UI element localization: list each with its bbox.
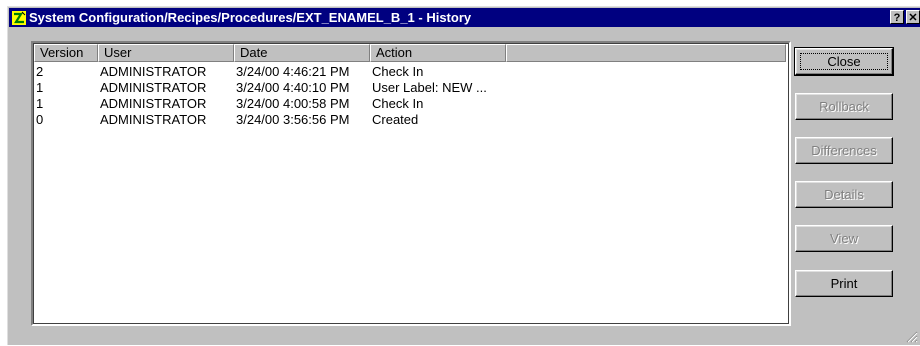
cell-action: Created bbox=[372, 112, 419, 127]
resize-grip-icon[interactable] bbox=[906, 331, 918, 343]
close-button-label: Close bbox=[800, 53, 888, 70]
cell-version: 0 bbox=[36, 112, 44, 127]
print-button[interactable]: Print bbox=[795, 270, 893, 297]
history-list[interactable]: Version User Date Action 2 ADMINISTRATOR… bbox=[31, 41, 791, 326]
differences-button[interactable]: Differences bbox=[795, 137, 893, 164]
rollback-button[interactable]: Rollback bbox=[795, 93, 893, 120]
table-row[interactable]: 1 ADMINISTRATOR 3/24/00 4:40:10 PM User … bbox=[36, 80, 787, 96]
cell-user: ADMINISTRATOR bbox=[100, 112, 207, 127]
close-icon[interactable]: ✕ bbox=[906, 10, 920, 24]
title-bar[interactable]: System Configuration/Recipes/Procedures/… bbox=[9, 8, 920, 27]
column-header-filler bbox=[506, 44, 786, 62]
column-header-date[interactable]: Date bbox=[234, 44, 370, 62]
cell-user: ADMINISTRATOR bbox=[100, 64, 207, 79]
cell-user: ADMINISTRATOR bbox=[100, 96, 207, 111]
close-button[interactable]: Close bbox=[794, 47, 894, 76]
history-rows: 2 ADMINISTRATOR 3/24/00 4:46:21 PM Check… bbox=[36, 64, 787, 128]
cell-version: 2 bbox=[36, 64, 44, 79]
app-icon bbox=[12, 10, 26, 25]
window-title: System Configuration/Recipes/Procedures/… bbox=[29, 10, 472, 25]
cell-action: User Label: NEW ... bbox=[372, 80, 487, 95]
cell-action: Check In bbox=[372, 96, 424, 111]
cell-date: 3/24/00 4:46:21 PM bbox=[236, 64, 350, 79]
column-header-action[interactable]: Action bbox=[370, 44, 506, 62]
cell-action: Check In bbox=[372, 64, 424, 79]
history-dialog: System Configuration/Recipes/Procedures/… bbox=[7, 6, 920, 345]
view-button[interactable]: View bbox=[795, 225, 893, 252]
table-row[interactable]: 0 ADMINISTRATOR 3/24/00 3:56:56 PM Creat… bbox=[36, 112, 787, 128]
help-icon[interactable]: ? bbox=[890, 10, 904, 24]
cell-user: ADMINISTRATOR bbox=[100, 80, 207, 95]
cell-version: 1 bbox=[36, 96, 44, 111]
details-button[interactable]: Details bbox=[795, 181, 893, 208]
table-row[interactable]: 2 ADMINISTRATOR 3/24/00 4:46:21 PM Check… bbox=[36, 64, 787, 80]
column-header-user[interactable]: User bbox=[98, 44, 234, 62]
cell-date: 3/24/00 3:56:56 PM bbox=[236, 112, 350, 127]
table-row[interactable]: 1 ADMINISTRATOR 3/24/00 4:00:58 PM Check… bbox=[36, 96, 787, 112]
cell-date: 3/24/00 4:00:58 PM bbox=[236, 96, 350, 111]
cell-date: 3/24/00 4:40:10 PM bbox=[236, 80, 350, 95]
list-header: Version User Date Action bbox=[34, 44, 786, 62]
cell-version: 1 bbox=[36, 80, 44, 95]
column-header-version[interactable]: Version bbox=[34, 44, 98, 62]
